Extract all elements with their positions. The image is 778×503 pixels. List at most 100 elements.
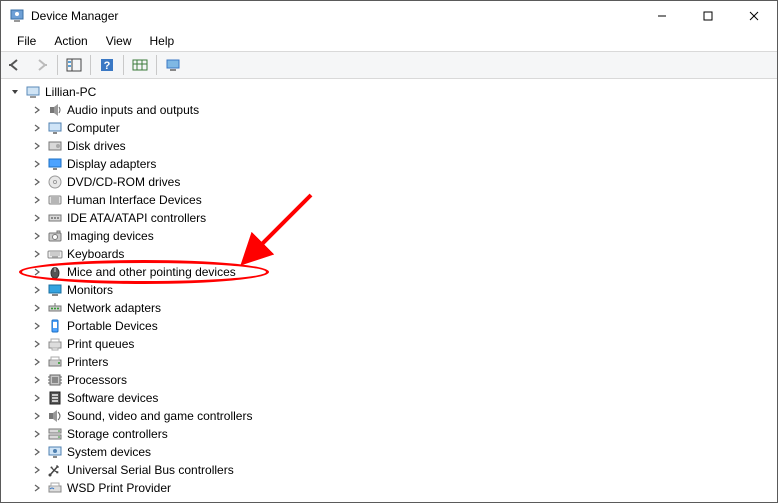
tree-category-row[interactable]: Audio inputs and outputs — [3, 101, 777, 119]
menu-help[interactable]: Help — [142, 32, 183, 50]
tree-category-row[interactable]: Computer — [3, 119, 777, 137]
chevron-down-icon[interactable] — [9, 86, 21, 98]
tree-category-row[interactable]: DVD/CD-ROM drives — [3, 173, 777, 191]
properties-button[interactable] — [161, 53, 185, 77]
tree-category-row[interactable]: Universal Serial Bus controllers — [3, 461, 777, 479]
chevron-right-icon[interactable] — [31, 122, 43, 134]
sound-icon — [47, 408, 63, 424]
computer-icon — [25, 84, 41, 100]
help-button[interactable]: ? — [95, 53, 119, 77]
tree-root-label: Lillian-PC — [45, 85, 96, 99]
tree-category-row[interactable]: Printers — [3, 353, 777, 371]
chevron-right-icon[interactable] — [31, 320, 43, 332]
display-icon — [47, 156, 63, 172]
back-button[interactable] — [3, 53, 27, 77]
tree-category-label: Printers — [67, 355, 108, 369]
menu-file[interactable]: File — [9, 32, 44, 50]
tree-category-row[interactable]: Software devices — [3, 389, 777, 407]
chevron-right-icon[interactable] — [31, 212, 43, 224]
tree-category-label: Computer — [67, 121, 120, 135]
software-icon — [47, 390, 63, 406]
tree-category-row[interactable]: Processors — [3, 371, 777, 389]
tree-category-label: Print queues — [67, 337, 134, 351]
toolbar-separator — [123, 55, 124, 75]
minimize-button[interactable] — [639, 1, 685, 31]
tree-category-label: Monitors — [67, 283, 113, 297]
system-icon — [47, 444, 63, 460]
chevron-right-icon[interactable] — [31, 104, 43, 116]
tree-category-row[interactable]: Storage controllers — [3, 425, 777, 443]
wsd-icon — [47, 480, 63, 496]
tree-category-label: IDE ATA/ATAPI controllers — [67, 211, 206, 225]
tree-category-row[interactable]: Network adapters — [3, 299, 777, 317]
chevron-right-icon[interactable] — [31, 248, 43, 260]
tree-category-row[interactable]: WSD Print Provider — [3, 479, 777, 497]
tree-root-row[interactable]: Lillian-PC — [3, 83, 777, 101]
chevron-right-icon[interactable] — [31, 230, 43, 242]
hid-icon — [47, 192, 63, 208]
tree-category-row[interactable]: System devices — [3, 443, 777, 461]
forward-button[interactable] — [29, 53, 53, 77]
chevron-right-icon[interactable] — [31, 410, 43, 422]
chevron-right-icon[interactable] — [31, 140, 43, 152]
chevron-right-icon[interactable] — [31, 374, 43, 386]
chevron-right-icon[interactable] — [31, 428, 43, 440]
chevron-right-icon[interactable] — [31, 302, 43, 314]
window-title: Device Manager — [31, 9, 639, 23]
tree-category-row[interactable]: Monitors — [3, 281, 777, 299]
tree-category-label: Audio inputs and outputs — [67, 103, 199, 117]
tree-category-label: Sound, video and game controllers — [67, 409, 252, 423]
cpu-icon — [47, 372, 63, 388]
tree-category-label: Disk drives — [67, 139, 126, 153]
show-hide-console-tree-button[interactable] — [62, 53, 86, 77]
chevron-right-icon[interactable] — [31, 464, 43, 476]
tree-category-label: Universal Serial Bus controllers — [67, 463, 234, 477]
tree-category-label: Imaging devices — [67, 229, 154, 243]
menu-view[interactable]: View — [98, 32, 140, 50]
tree-category-label: Display adapters — [67, 157, 156, 171]
monitor2-icon — [47, 282, 63, 298]
tree-category-row[interactable]: IDE ATA/ATAPI controllers — [3, 209, 777, 227]
maximize-button[interactable] — [685, 1, 731, 31]
close-button[interactable] — [731, 1, 777, 31]
tree-category-label: Mice and other pointing devices — [67, 265, 236, 279]
tree-category-row[interactable]: Mice and other pointing devices — [3, 263, 777, 281]
chevron-right-icon[interactable] — [31, 194, 43, 206]
chevron-right-icon[interactable] — [31, 266, 43, 278]
tree-category-row[interactable]: Display adapters — [3, 155, 777, 173]
toolbar-separator — [57, 55, 58, 75]
tree-category-label: Keyboards — [67, 247, 124, 261]
tree-category-row[interactable]: Imaging devices — [3, 227, 777, 245]
chevron-right-icon[interactable] — [31, 482, 43, 494]
chevron-right-icon[interactable] — [31, 338, 43, 350]
camera-icon — [47, 228, 63, 244]
scan-hardware-button[interactable] — [128, 53, 152, 77]
titlebar: Device Manager — [1, 1, 777, 31]
chevron-right-icon[interactable] — [31, 446, 43, 458]
chevron-right-icon[interactable] — [31, 158, 43, 170]
chevron-right-icon[interactable] — [31, 392, 43, 404]
printq-icon — [47, 336, 63, 352]
chevron-right-icon[interactable] — [31, 356, 43, 368]
cd-icon — [47, 174, 63, 190]
tree-category-label: Processors — [67, 373, 127, 387]
tree-category-label: Storage controllers — [67, 427, 168, 441]
tree-category-row[interactable]: Sound, video and game controllers — [3, 407, 777, 425]
tree-category-row[interactable]: Print queues — [3, 335, 777, 353]
toolbar-separator — [90, 55, 91, 75]
speaker-icon — [47, 102, 63, 118]
tree-category-row[interactable]: Keyboards — [3, 245, 777, 263]
chevron-right-icon[interactable] — [31, 176, 43, 188]
menu-action[interactable]: Action — [46, 32, 95, 50]
tree-category-row[interactable]: Portable Devices — [3, 317, 777, 335]
tree-category-row[interactable]: Disk drives — [3, 137, 777, 155]
device-tree[interactable]: Lillian-PC Audio inputs and outputs Compu… — [1, 79, 777, 502]
svg-text:?: ? — [104, 60, 111, 72]
tree-category-row[interactable]: Human Interface Devices — [3, 191, 777, 209]
monitor-icon — [47, 120, 63, 136]
toolbar: ? — [1, 51, 777, 79]
device-manager-window: Device Manager File Action View Help ? — [0, 0, 778, 503]
portable-icon — [47, 318, 63, 334]
tree-category-label: Portable Devices — [67, 319, 158, 333]
chevron-right-icon[interactable] — [31, 284, 43, 296]
